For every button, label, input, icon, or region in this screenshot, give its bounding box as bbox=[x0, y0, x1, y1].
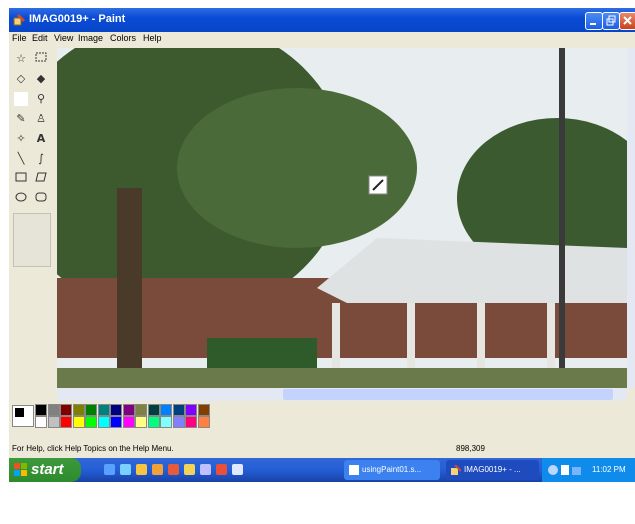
palette-swatch[interactable] bbox=[47, 404, 60, 416]
title-bar[interactable]: IMAG0019+ - Paint bbox=[9, 8, 635, 32]
restore-icon bbox=[606, 15, 616, 26]
magnifier-icon[interactable]: ⚲ bbox=[34, 92, 48, 106]
close-button[interactable] bbox=[619, 12, 635, 30]
paint-window: IMAG0019+ - Paint File Edit View Image C… bbox=[9, 8, 635, 458]
scrollbar-thumb[interactable] bbox=[283, 389, 613, 400]
pencil-icon[interactable]: ✎ bbox=[14, 112, 28, 126]
taskbar: start usingPaint01.s... IMAG0019+ - ... … bbox=[9, 458, 635, 482]
quicklaunch-icon-7[interactable] bbox=[200, 464, 211, 475]
brush-icon[interactable]: ♙ bbox=[34, 112, 48, 126]
close-icon bbox=[623, 16, 632, 25]
quicklaunch-icon-9[interactable] bbox=[232, 464, 243, 475]
vertical-scrollbar[interactable] bbox=[627, 48, 635, 388]
folder-icon[interactable] bbox=[152, 464, 163, 475]
palette-swatch[interactable] bbox=[122, 416, 135, 428]
minimize-icon bbox=[590, 23, 596, 25]
current-colors[interactable] bbox=[12, 405, 34, 427]
airbrush-icon[interactable]: ✧ bbox=[14, 132, 28, 146]
quicklaunch-icon-2[interactable] bbox=[120, 464, 131, 475]
menu-help[interactable]: Help bbox=[143, 33, 162, 43]
taskbar-item-paint[interactable]: IMAG0019+ - ... bbox=[446, 460, 539, 480]
taskbar-item-label: usingPaint01.s... bbox=[362, 465, 422, 474]
restore-button[interactable] bbox=[602, 12, 620, 30]
free-select-icon[interactable]: ☆ bbox=[14, 52, 28, 66]
fill-icon[interactable]: ◆ bbox=[34, 72, 48, 86]
palette-swatch[interactable] bbox=[160, 416, 172, 428]
status-help-text: For Help, click Help Topics on the Help … bbox=[12, 444, 174, 453]
palette-swatch[interactable] bbox=[135, 416, 147, 428]
palette-swatch[interactable] bbox=[197, 404, 210, 416]
quicklaunch-icon-3[interactable] bbox=[136, 464, 147, 475]
palette-swatch[interactable] bbox=[197, 416, 210, 428]
taskbar-item-label: IMAG0019+ - ... bbox=[464, 465, 521, 474]
start-button[interactable]: start bbox=[9, 458, 81, 482]
taskbar-item-usingpaint[interactable]: usingPaint01.s... bbox=[344, 460, 440, 480]
palette-swatch[interactable] bbox=[110, 404, 122, 416]
quicklaunch-icon-5[interactable] bbox=[168, 464, 179, 475]
palette-swatch[interactable] bbox=[185, 416, 197, 428]
palette-swatch[interactable] bbox=[97, 404, 110, 416]
palette-swatch[interactable] bbox=[135, 404, 147, 416]
palette-swatch[interactable] bbox=[172, 404, 185, 416]
color-palette bbox=[9, 403, 635, 433]
tool-box: ☆ ◇ ◆ ⚲ ✎ ♙ ✧ A ╲ ∫ bbox=[9, 48, 55, 388]
palette-swatch[interactable] bbox=[85, 416, 97, 428]
palette-swatch[interactable] bbox=[35, 404, 47, 416]
palette-swatch[interactable] bbox=[185, 404, 197, 416]
status-coordinates: 898,309 bbox=[456, 444, 485, 453]
pick-color-tool[interactable] bbox=[14, 92, 28, 106]
menu-bar: File Edit View Image Colors Help bbox=[9, 32, 635, 46]
windows-logo-icon bbox=[14, 463, 27, 476]
menu-image[interactable]: Image bbox=[78, 33, 103, 43]
palette-swatch[interactable] bbox=[147, 416, 160, 428]
rectangle-icon[interactable] bbox=[14, 172, 28, 186]
palette-swatch[interactable] bbox=[60, 404, 72, 416]
palette-swatch[interactable] bbox=[160, 404, 172, 416]
palette-swatch[interactable] bbox=[60, 416, 72, 428]
curve-icon[interactable]: ∫ bbox=[34, 152, 48, 166]
palette-swatch[interactable] bbox=[35, 416, 47, 428]
quicklaunch-icon-8[interactable] bbox=[216, 464, 227, 475]
menu-view[interactable]: View bbox=[54, 33, 73, 43]
eraser-icon[interactable]: ◇ bbox=[14, 72, 28, 86]
palette-swatch[interactable] bbox=[110, 416, 122, 428]
palette-swatch[interactable] bbox=[72, 404, 85, 416]
tray-icons bbox=[548, 465, 581, 475]
tray-clock: 11:02 PM bbox=[592, 465, 626, 474]
menu-file[interactable]: File bbox=[12, 33, 27, 43]
horizontal-scrollbar[interactable] bbox=[57, 388, 627, 401]
system-tray: 11:02 PM bbox=[542, 458, 635, 482]
palette-swatch[interactable] bbox=[72, 416, 85, 428]
menu-colors[interactable]: Colors bbox=[110, 33, 136, 43]
palette-swatch[interactable] bbox=[122, 404, 135, 416]
select-icon[interactable] bbox=[34, 52, 48, 66]
palette-swatch[interactable] bbox=[172, 416, 185, 428]
polygon-icon[interactable] bbox=[34, 172, 48, 186]
tool-options-box[interactable] bbox=[13, 213, 51, 267]
start-label: start bbox=[31, 461, 64, 478]
palette-swatch[interactable] bbox=[147, 404, 160, 416]
document-icon bbox=[349, 465, 359, 475]
line-icon[interactable]: ╲ bbox=[14, 152, 28, 166]
window-title: IMAG0019+ - Paint bbox=[29, 13, 126, 25]
text-icon[interactable]: A bbox=[34, 132, 48, 146]
quicklaunch-icon-6[interactable] bbox=[184, 464, 195, 475]
palette-swatch[interactable] bbox=[47, 416, 60, 428]
status-bar: For Help, click Help Topics on the Help … bbox=[9, 441, 635, 458]
minimize-button[interactable] bbox=[585, 12, 603, 30]
menu-edit[interactable]: Edit bbox=[32, 33, 48, 43]
ie-icon[interactable] bbox=[104, 464, 115, 475]
photo-image bbox=[57, 48, 627, 388]
paint-app-icon bbox=[13, 14, 25, 26]
rounded-rectangle-icon[interactable] bbox=[34, 192, 48, 206]
paint-icon bbox=[451, 465, 461, 475]
palette-swatch[interactable] bbox=[97, 416, 110, 428]
palette-swatch[interactable] bbox=[85, 404, 97, 416]
image-canvas[interactable] bbox=[57, 48, 627, 388]
ellipse-icon[interactable] bbox=[14, 192, 28, 206]
